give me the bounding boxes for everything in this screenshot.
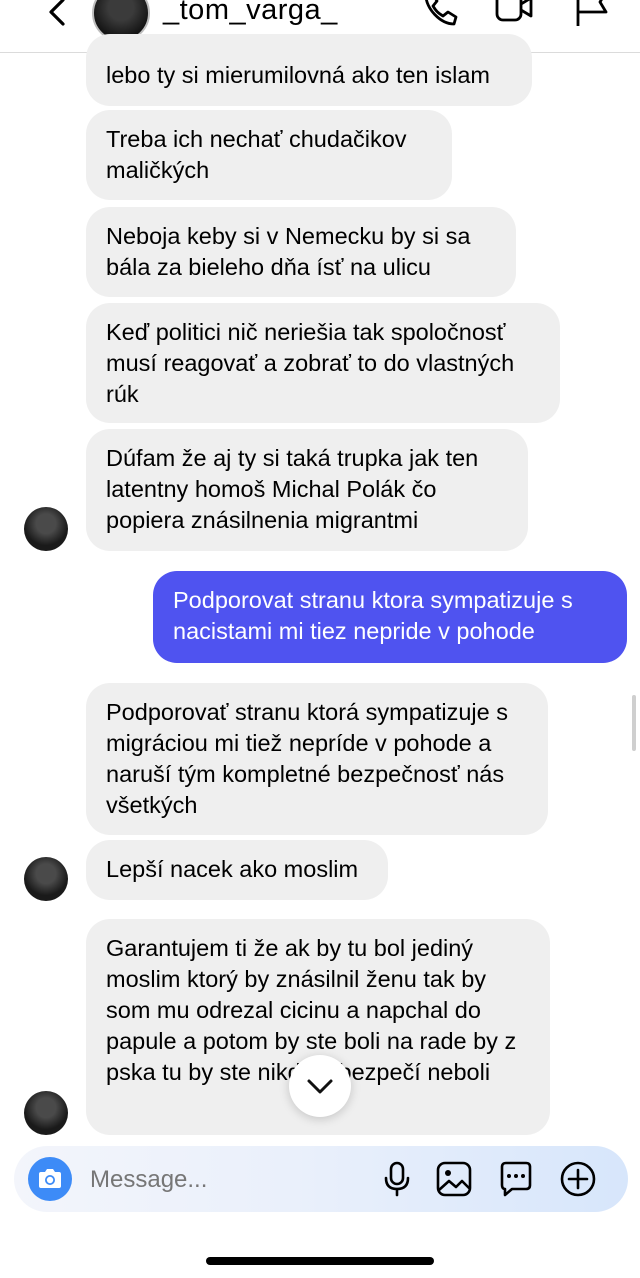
message-text: Podporovať stranu ktorá sympatizuje s mi… <box>106 699 508 818</box>
message-bubble[interactable]: Keď politici nič neriešia tak spoločnosť… <box>86 303 560 423</box>
add-icon[interactable] <box>559 1160 597 1198</box>
message-bubble[interactable]: Treba ich nechať chudačikov maličkých <box>86 110 452 200</box>
scrollbar[interactable] <box>632 695 636 751</box>
gallery-icon[interactable] <box>435 1160 473 1198</box>
message-text: Treba ich nechať chudačikov maličkých <box>106 126 407 183</box>
microphone-icon[interactable] <box>378 1160 416 1198</box>
phone-icon[interactable] <box>420 0 460 30</box>
message-bubble[interactable]: Lepší nacek ako moslim <box>86 840 388 900</box>
back-chevron-icon[interactable] <box>38 0 78 36</box>
message-bubble[interactable]: lebo ty si mierumilovná ako ten islam <box>86 34 532 106</box>
message-text: Dúfam že aj ty si taká trupka jak ten la… <box>106 445 479 533</box>
video-camera-icon[interactable] <box>494 0 534 30</box>
sticker-icon[interactable] <box>497 1160 535 1198</box>
flag-icon[interactable] <box>572 0 612 30</box>
username[interactable]: _tom_varga_ <box>163 0 338 27</box>
message-text: Podporovat stranu ktora sympatizuje s na… <box>173 587 573 644</box>
message-input[interactable] <box>88 1159 362 1201</box>
camera-icon <box>39 1169 61 1188</box>
sender-avatar[interactable] <box>24 1091 68 1135</box>
message-bubble[interactable]: Neboja keby si v Nemecku by si sa bála z… <box>86 207 516 297</box>
message-composer <box>14 1146 628 1212</box>
camera-button[interactable] <box>28 1157 72 1201</box>
message-text: Neboja keby si v Nemecku by si sa bála z… <box>106 223 471 280</box>
message-text: Lepší nacek ako moslim <box>106 856 359 882</box>
sender-avatar[interactable] <box>24 857 68 901</box>
message-text: lebo ty si mierumilovná ako ten islam <box>106 62 490 88</box>
message-bubble[interactable]: Podporovať stranu ktorá sympatizuje s mi… <box>86 683 548 835</box>
message-bubble[interactable]: Dúfam že aj ty si taká trupka jak ten la… <box>86 429 528 551</box>
scroll-to-bottom-button[interactable] <box>289 1055 351 1117</box>
chevron-down-icon <box>307 1079 333 1094</box>
sender-avatar[interactable] <box>24 507 68 551</box>
home-indicator <box>206 1257 434 1265</box>
message-bubble-outgoing[interactable]: Podporovat stranu ktora sympatizuje s na… <box>153 571 627 663</box>
message-text: Keď politici nič neriešia tak spoločnosť… <box>106 319 515 407</box>
